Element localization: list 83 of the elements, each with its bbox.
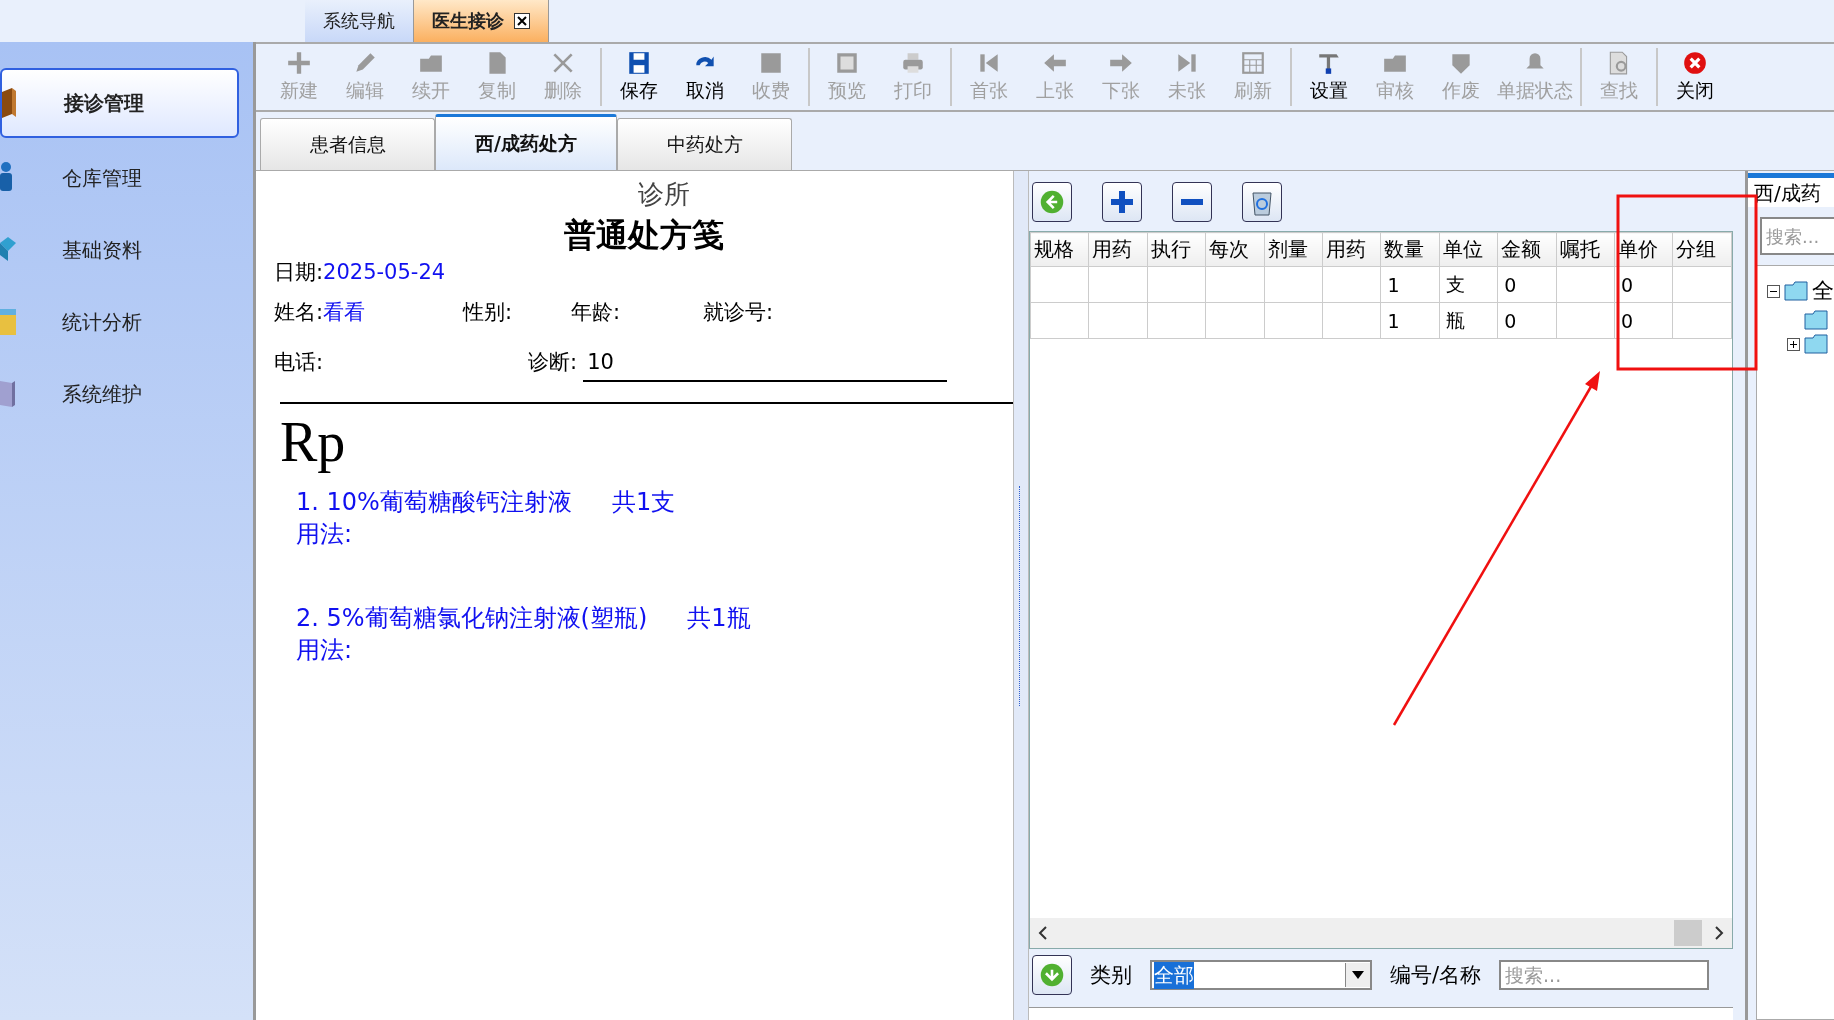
diagnosis-label: 诊断: (528, 349, 578, 376)
folder-icon (1804, 334, 1828, 354)
column-header[interactable]: 用药 (1322, 232, 1381, 267)
search-field[interactable]: 搜索... (1760, 217, 1834, 255)
sidebar-item[interactable]: 系统维护 (0, 358, 253, 430)
expand-icon[interactable] (1787, 337, 1800, 351)
toolbar-button[interactable]: 关闭 (1662, 48, 1728, 106)
date-value: 2025-05-24 (323, 260, 446, 284)
scroll-left-icon[interactable] (1038, 926, 1048, 940)
column-header[interactable]: 嘱托 (1556, 232, 1615, 267)
column-header[interactable]: 分组 (1672, 232, 1732, 267)
column-header[interactable]: 剂量 (1264, 232, 1323, 267)
column-header[interactable]: 金额 (1497, 232, 1557, 267)
sidebar-item[interactable]: 仓库管理 (0, 142, 253, 214)
column-header[interactable]: 每次 (1205, 232, 1265, 267)
drug-name: 1. 10%葡萄糖酸钙注射液 (296, 487, 572, 518)
table-cell: 0 (1504, 309, 1517, 332)
name-value: 看看 (323, 299, 367, 326)
grid-icon (1240, 50, 1266, 76)
visit-number-label: 就诊号: (703, 299, 774, 326)
drug-total: 共1瓶 (687, 603, 751, 634)
print-icon (900, 50, 926, 76)
close-icon (1682, 50, 1708, 76)
date-label: 日期: (274, 259, 324, 286)
scrollbar-thumb[interactable] (1674, 920, 1702, 946)
rp-symbol: Rp (280, 410, 347, 474)
tab[interactable]: 患者信息 (260, 118, 435, 170)
close-icon[interactable] (514, 13, 530, 29)
recycle-bin-button[interactable] (1242, 182, 1282, 222)
search-field[interactable]: 搜索... (1499, 960, 1710, 990)
table-cell: 0 (1621, 273, 1634, 296)
scroll-right-icon[interactable] (1714, 926, 1724, 940)
drug-total: 共1支 (611, 487, 676, 518)
caret-icon (1352, 971, 1364, 979)
tab[interactable]: 西/成药处方 (435, 114, 617, 170)
drug-name: 2. 5%葡萄糖氯化钠注射液(塑瓶) (296, 603, 648, 634)
sidebar-item[interactable]: 统计分析 (0, 286, 253, 358)
table-cell: 1 (1387, 273, 1400, 296)
tree-node-label[interactable]: 全 (1812, 276, 1834, 306)
column-header[interactable]: 用药 (1088, 232, 1148, 267)
clinic-name: 诊所 (637, 178, 690, 211)
horizontal-scrollbar[interactable] (1030, 918, 1732, 948)
preview-icon (834, 50, 860, 76)
category-dropdown[interactable]: 全部 (1150, 960, 1372, 990)
table-cell: 0 (1621, 309, 1634, 332)
diagnosis-field[interactable]: 10 (583, 350, 948, 382)
table-cell: 0 (1504, 273, 1517, 296)
column-header[interactable]: 单价 (1614, 232, 1673, 267)
table-cell: 1 (1387, 309, 1400, 332)
name-label: 姓名: (274, 299, 324, 326)
folder-icon (1804, 310, 1828, 330)
column-header[interactable]: 执行 (1147, 232, 1206, 267)
folder-icon (1784, 281, 1808, 301)
prescription-title: 普通处方笺 (563, 215, 724, 256)
square-icon (758, 50, 784, 76)
toolbar-button[interactable]: 保存 (606, 48, 672, 106)
add-button[interactable] (1102, 182, 1142, 222)
minus-icon (1181, 199, 1203, 205)
sidebar-item[interactable]: 接诊管理 (0, 68, 239, 138)
back-button[interactable] (1032, 182, 1072, 222)
toolbar-button[interactable]: 取消 (672, 48, 738, 106)
tab[interactable]: 中药处方 (617, 118, 792, 170)
toolbar-button[interactable]: 设置 (1296, 48, 1362, 106)
code-name-label: 编号/名称 (1390, 962, 1482, 989)
usage-label: 用法: (296, 635, 354, 666)
sex-label: 性别: (463, 299, 514, 326)
page-tab[interactable]: 医生接诊 (413, 0, 549, 42)
plus-icon (286, 50, 312, 76)
down-button[interactable] (1032, 955, 1072, 995)
age-label: 年龄: (571, 299, 622, 326)
collapse-icon[interactable] (1767, 284, 1780, 298)
category-label: 类别 (1090, 962, 1132, 989)
table-cell: 支 (1445, 272, 1465, 295)
sidebar-item[interactable]: 基础资料 (0, 214, 253, 286)
book-icon (2, 86, 18, 120)
column-header[interactable]: 数量 (1380, 232, 1440, 267)
column-header[interactable]: 单位 (1439, 232, 1498, 267)
usage-label: 用法: (296, 519, 354, 550)
remove-button[interactable] (1172, 182, 1212, 222)
plus-icon (1109, 189, 1135, 215)
phone-label: 电话: (274, 349, 324, 376)
column-header[interactable]: 规格 (1030, 232, 1089, 267)
table-cell: 瓶 (1445, 308, 1465, 331)
